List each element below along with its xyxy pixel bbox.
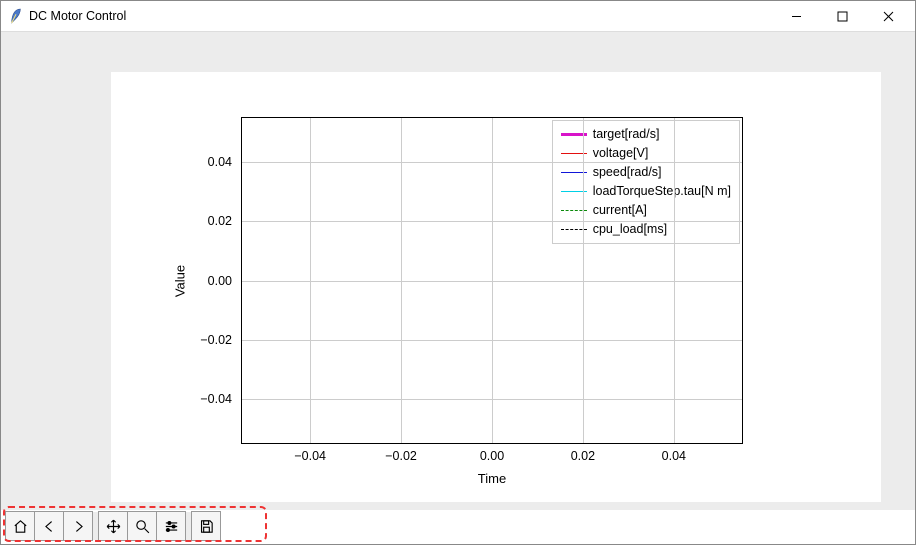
nav-toolbar [5, 512, 220, 540]
legend-label: cpu_load[ms] [593, 220, 667, 239]
x-tick-label: −0.04 [294, 449, 326, 463]
y-tick-label: 0.00 [208, 274, 232, 288]
legend[interactable]: target[rad/s]voltage[V]speed[rad/s]loadT… [552, 120, 740, 244]
pan-button[interactable] [98, 511, 128, 541]
y-tick-label: −0.02 [200, 333, 232, 347]
close-button[interactable] [865, 1, 911, 31]
save-button[interactable] [191, 511, 221, 541]
y-tick-label: 0.04 [208, 155, 232, 169]
window-body: Time Value target[rad/s]voltage[V]speed[… [1, 32, 915, 510]
minimize-button[interactable] [773, 1, 819, 31]
maximize-button[interactable] [819, 1, 865, 31]
legend-entry: loadTorqueStep.tau[N m] [561, 182, 731, 201]
x-tick-label: −0.02 [385, 449, 417, 463]
plot-axes[interactable]: Time Value target[rad/s]voltage[V]speed[… [241, 117, 743, 444]
legend-label: loadTorqueStep.tau[N m] [593, 182, 731, 201]
x-tick-label: 0.04 [662, 449, 686, 463]
y-axis-label: Value [173, 264, 188, 296]
zoom-button[interactable] [127, 511, 157, 541]
legend-label: target[rad/s] [593, 125, 660, 144]
window-controls [773, 1, 911, 31]
legend-label: voltage[V] [593, 144, 649, 163]
app-window: DC Motor Control Time Value target[rad/s… [0, 0, 916, 545]
figure-canvas: Time Value target[rad/s]voltage[V]speed[… [111, 72, 881, 502]
legend-entry: current[A] [561, 201, 731, 220]
x-tick-label: 0.00 [480, 449, 504, 463]
app-icon [9, 7, 23, 25]
legend-label: current[A] [593, 201, 647, 220]
configure-button[interactable] [156, 511, 186, 541]
legend-entry: voltage[V] [561, 144, 731, 163]
titlebar: DC Motor Control [1, 1, 915, 32]
y-tick-label: −0.04 [200, 392, 232, 406]
legend-entry: cpu_load[ms] [561, 220, 731, 239]
x-tick-label: 0.02 [571, 449, 595, 463]
home-button[interactable] [5, 511, 35, 541]
x-axis-label: Time [478, 471, 506, 486]
window-title: DC Motor Control [29, 9, 126, 23]
y-tick-label: 0.02 [208, 214, 232, 228]
legend-label: speed[rad/s] [593, 163, 662, 182]
titlebar-left: DC Motor Control [9, 7, 126, 25]
forward-button[interactable] [63, 511, 93, 541]
legend-entry: target[rad/s] [561, 125, 731, 144]
legend-entry: speed[rad/s] [561, 163, 731, 182]
back-button[interactable] [34, 511, 64, 541]
